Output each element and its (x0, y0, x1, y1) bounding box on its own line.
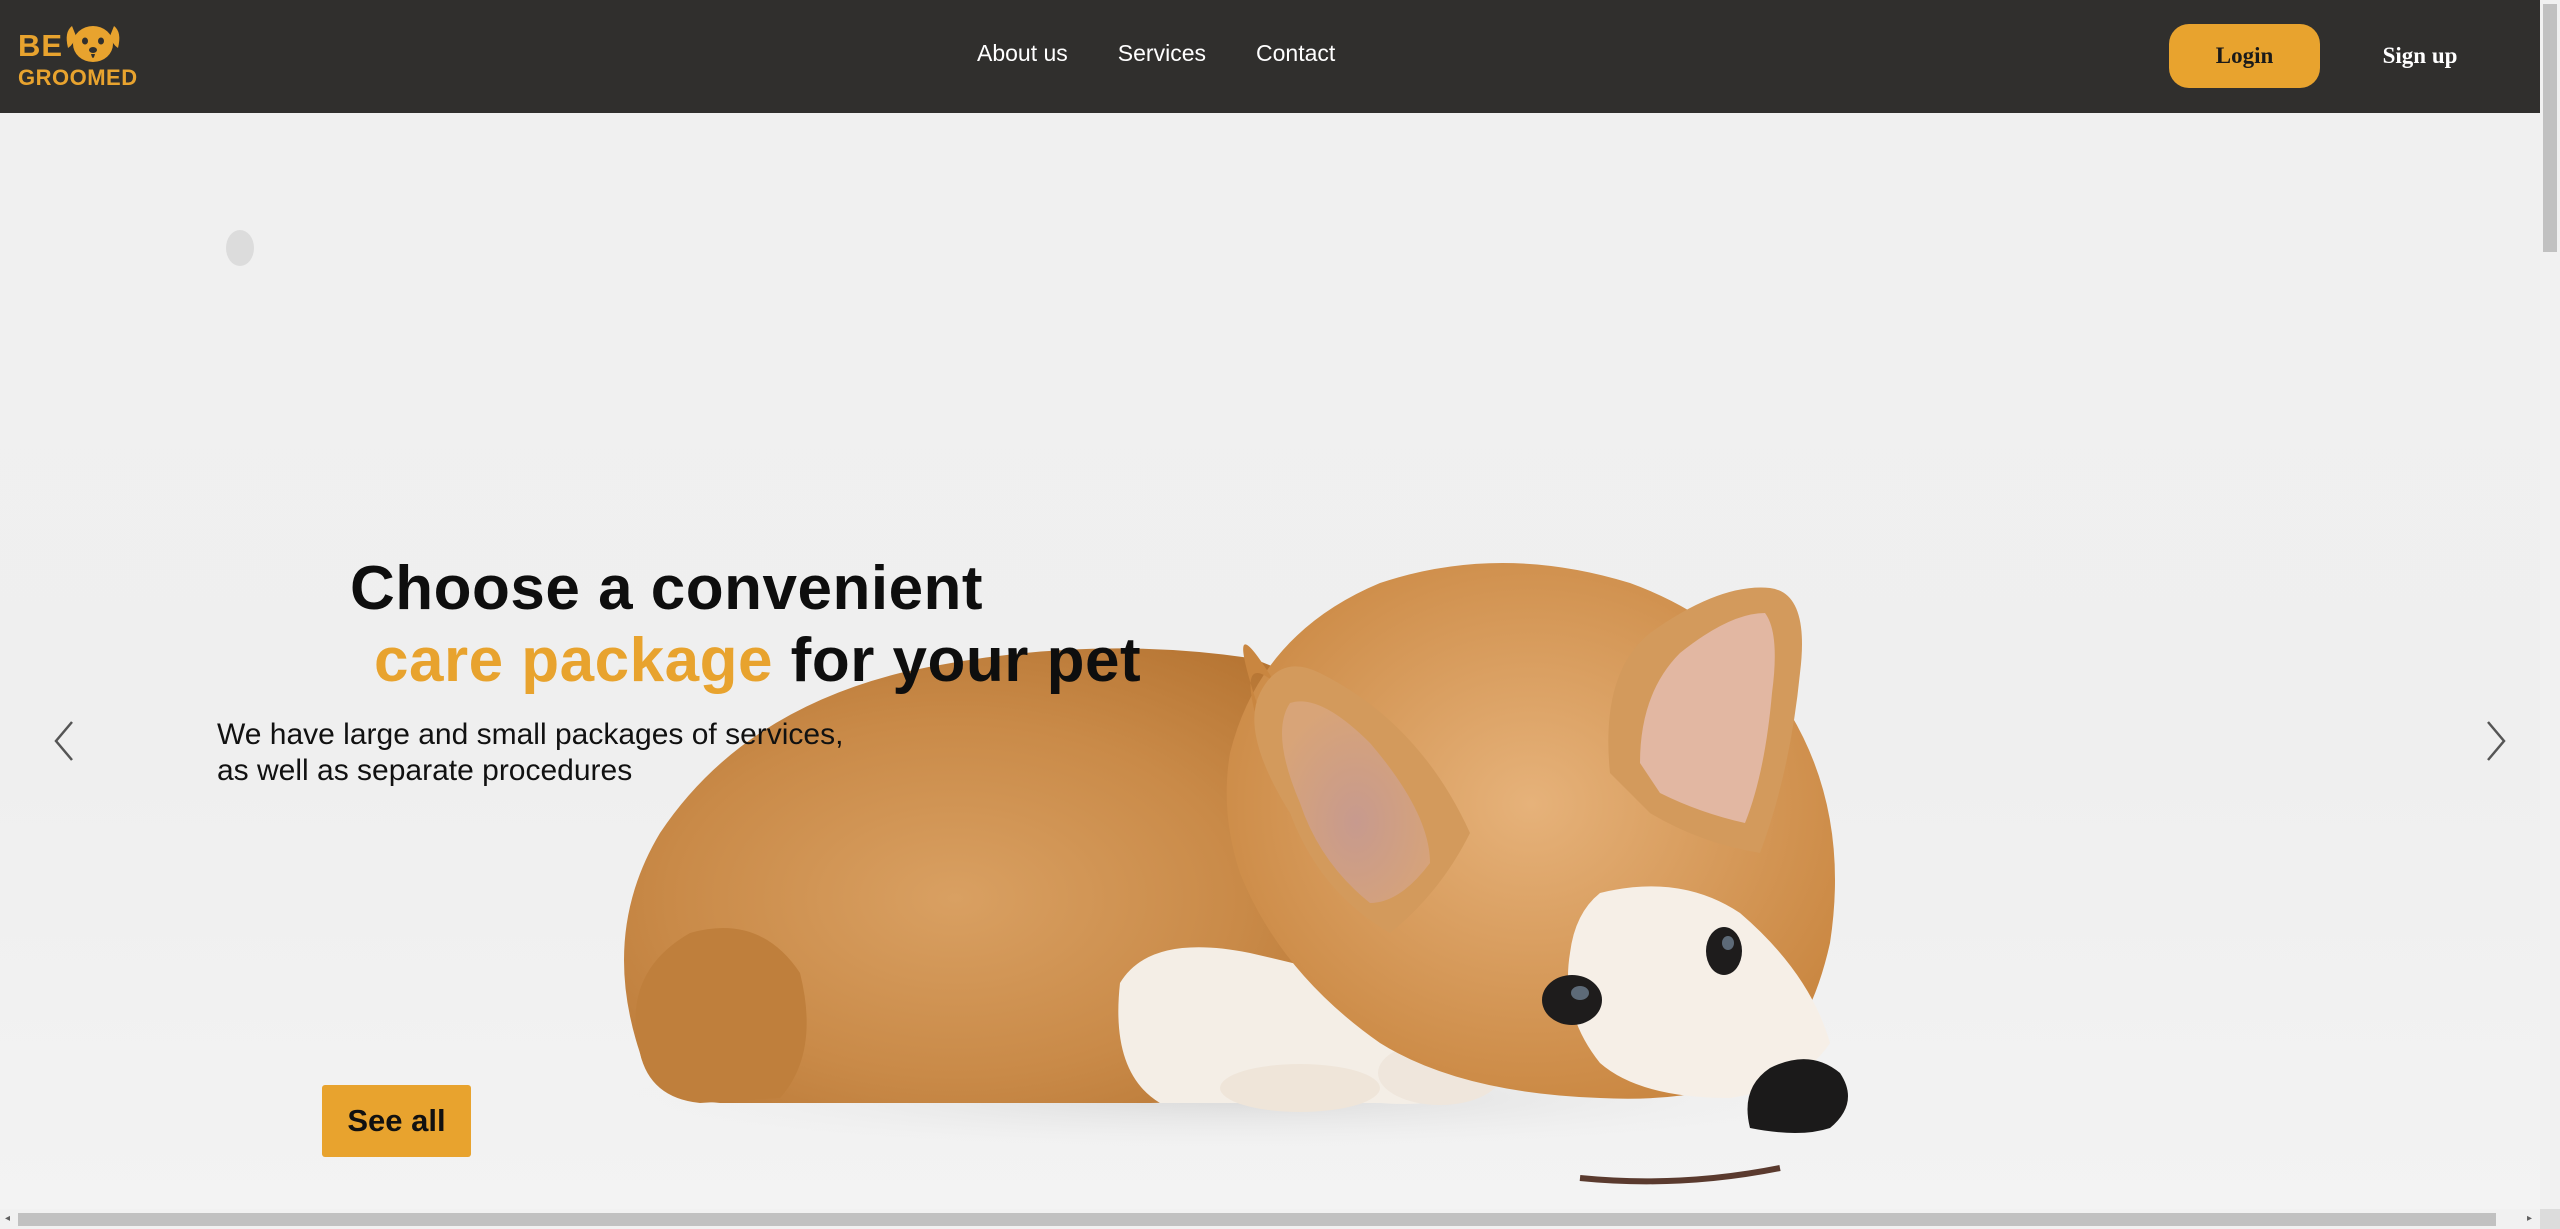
scroll-left-icon[interactable]: ◂ (5, 1214, 10, 1224)
dog-face-icon (66, 26, 120, 62)
login-button[interactable]: Login (2169, 24, 2320, 88)
logo[interactable]: BE GROOMED (18, 18, 138, 94)
chevron-right-icon[interactable] (2476, 706, 2516, 776)
chevron-left-icon[interactable] (44, 706, 84, 776)
logo-text-groomed: GROOMED (18, 65, 138, 90)
hero-subtext: We have large and small packages of serv… (217, 717, 843, 789)
nav-about-us[interactable]: About us (977, 40, 1068, 67)
nav-contact[interactable]: Contact (1256, 40, 1335, 67)
site-header: BE GROOMED About us Services Contact Log… (0, 0, 2540, 113)
headline-line1: Choose a convenient (350, 554, 984, 623)
headline-rest: for your pet (772, 626, 1142, 695)
nav-services[interactable]: Services (1118, 40, 1206, 67)
main-nav: About us Services Contact (977, 40, 1335, 67)
hero-section: Choose a convenient care package for you… (0, 113, 2540, 1209)
vertical-scrollbar[interactable] (2540, 0, 2560, 1209)
scroll-right-icon[interactable]: ▸ (2527, 1214, 2532, 1224)
see-all-button[interactable]: See all (322, 1085, 471, 1157)
vertical-scroll-thumb[interactable] (2543, 4, 2557, 252)
headline-accent: care package (374, 626, 773, 695)
headline-line2: care package for your pet (350, 625, 1141, 697)
logo-text-be: BE (18, 28, 64, 63)
horizontal-scroll-thumb[interactable] (18, 1213, 2496, 1226)
scrollbar-corner (2540, 1209, 2560, 1229)
horizontal-scrollbar[interactable]: ◂ ▸ (0, 1209, 2540, 1229)
subtext-line1: We have large and small packages of serv… (217, 718, 844, 751)
hero-headline: Choose a convenient care package for you… (350, 553, 1141, 697)
subtext-line2: as well as separate procedures (217, 754, 633, 787)
signup-button[interactable]: Sign up (2360, 24, 2480, 88)
